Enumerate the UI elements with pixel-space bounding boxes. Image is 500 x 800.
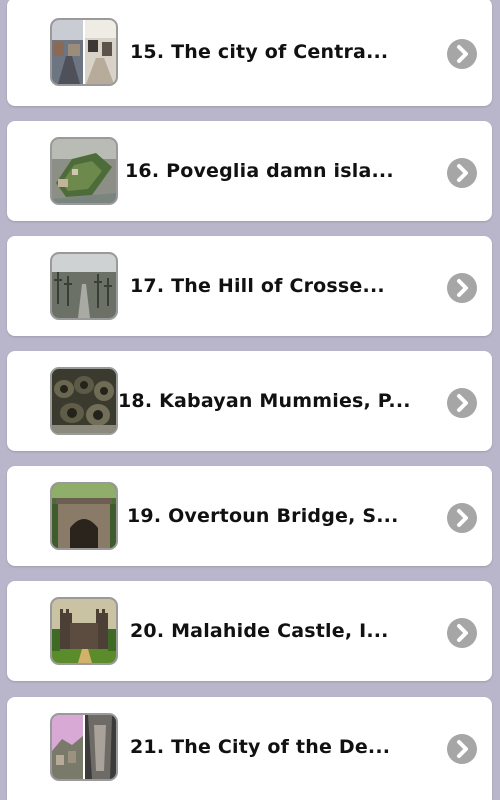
chevron-right-icon[interactable] xyxy=(447,618,477,648)
article-list: 15. The city of Centra... 16. Poveglia d… xyxy=(0,0,500,800)
list-item[interactable]: 17. The Hill of Crosse... xyxy=(7,236,492,336)
item-title: 16. Poveglia damn isla... xyxy=(125,160,394,182)
chevron-right-icon[interactable] xyxy=(447,158,477,188)
chevron-right-icon[interactable] xyxy=(447,734,477,764)
list-item[interactable]: 21. The City of the De... xyxy=(7,697,492,800)
item-title: 21. The City of the De... xyxy=(130,736,391,758)
chevron-right-icon[interactable] xyxy=(447,388,477,418)
item-title: 20. Malahide Castle, I... xyxy=(130,620,389,642)
list-item[interactable]: 16. Poveglia damn isla... xyxy=(7,121,492,221)
chevron-right-icon[interactable] xyxy=(447,273,477,303)
item-title: 19. Overtoun Bridge, S... xyxy=(127,505,399,527)
item-title: 15. The city of Centra... xyxy=(130,41,389,63)
chevron-right-icon[interactable] xyxy=(447,39,477,69)
centralia-town-icon xyxy=(50,18,118,86)
item-title: 18. Kabayan Mummies, P... xyxy=(118,390,411,412)
list-item[interactable]: 15. The city of Centra... xyxy=(7,0,492,106)
city-of-the-dead-icon xyxy=(50,713,118,781)
poveglia-island-icon xyxy=(50,137,118,205)
kabayan-mummies-icon xyxy=(50,367,118,435)
list-item[interactable]: 20. Malahide Castle, I... xyxy=(7,581,492,681)
overtoun-bridge-icon xyxy=(50,482,118,550)
list-item[interactable]: 18. Kabayan Mummies, P... xyxy=(7,351,492,451)
item-title: 17. The Hill of Crosse... xyxy=(130,275,385,297)
list-item[interactable]: 19. Overtoun Bridge, S... xyxy=(7,466,492,566)
malahide-castle-icon xyxy=(50,597,118,665)
hill-of-crosses-icon xyxy=(50,252,118,320)
chevron-right-icon[interactable] xyxy=(447,503,477,533)
